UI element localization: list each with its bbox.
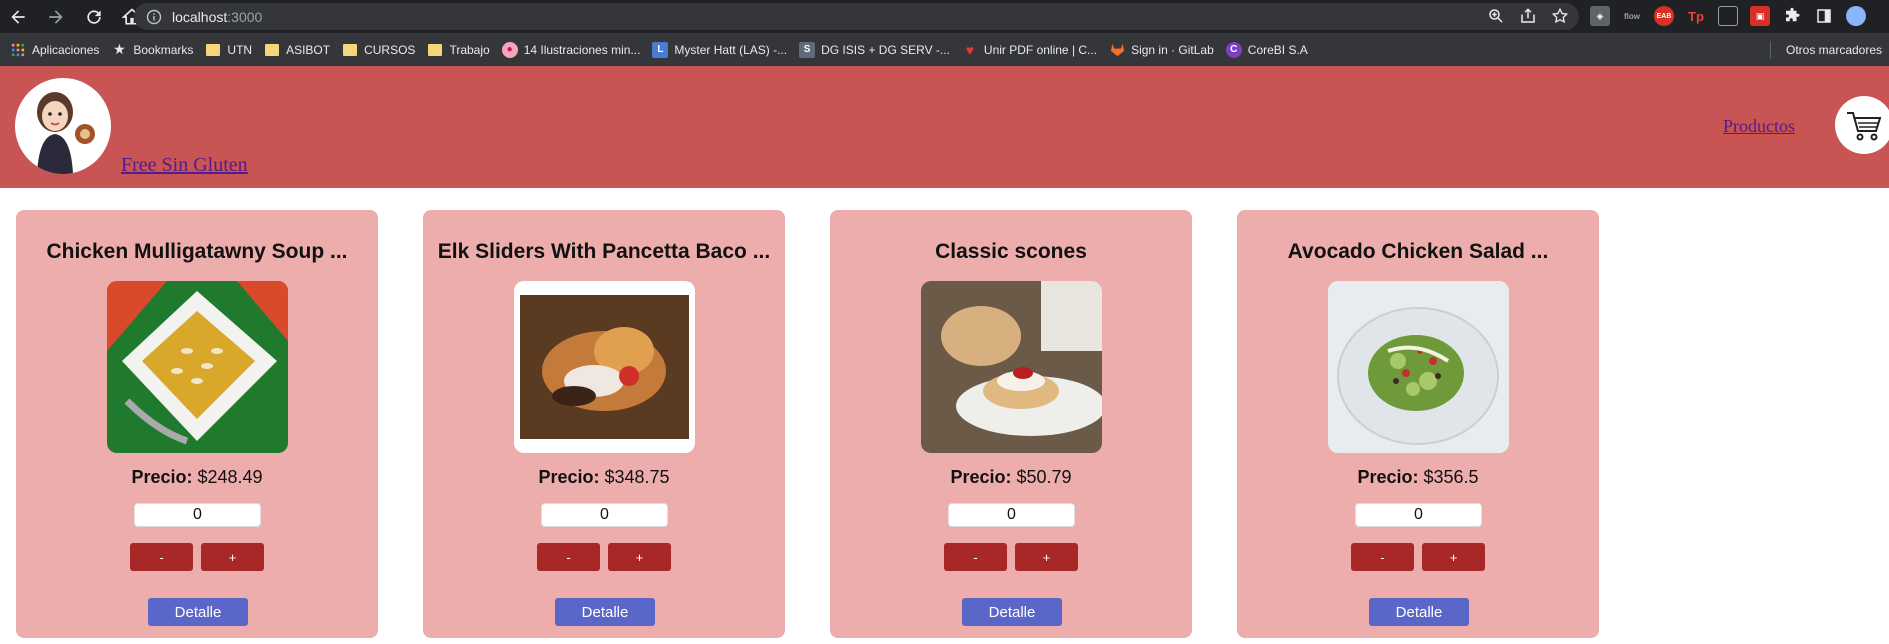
extension-square-icon[interactable] <box>1718 6 1738 26</box>
bookmark-label: Sign in · GitLab <box>1131 42 1214 57</box>
bookmark-item[interactable]: CURSOS <box>342 42 415 58</box>
decrease-quantity-button[interactable]: - <box>537 543 600 571</box>
cart-button[interactable] <box>1835 96 1889 154</box>
bookmark-item[interactable]: ★ Bookmarks <box>111 41 194 58</box>
apps-grid-icon <box>10 42 26 58</box>
bookmark-item[interactable]: Trabajo <box>427 42 490 58</box>
bookmark-label: 14 Ilustraciones min... <box>523 42 641 57</box>
product-price: Precio: $50.79 <box>950 467 1072 487</box>
decrease-quantity-button[interactable]: - <box>1351 543 1414 571</box>
bookmark-item[interactable]: Sign in · GitLab <box>1109 42 1214 58</box>
bookmark-item[interactable]: UTN <box>205 42 252 58</box>
quantity-input[interactable] <box>948 503 1075 527</box>
product-title: Avocado Chicken Salad ... <box>1287 240 1549 263</box>
bookmark-label: DG ISIS + DG SERV -... <box>821 42 950 57</box>
product-card: Chicken Mulligatawny Soup ... Precio: $2… <box>16 210 378 638</box>
bookmark-star-icon[interactable] <box>1551 7 1569 25</box>
product-title: Classic scones <box>935 240 1087 263</box>
bookmark-label: CURSOS <box>364 42 416 57</box>
bookmark-label: Bookmarks <box>133 42 194 57</box>
bookmarks-bar: Aplicaciones ★ Bookmarks UTN ASIBOT CURS… <box>0 33 1889 66</box>
bookmark-item[interactable]: ♥ Unir PDF online | C... <box>962 42 1097 58</box>
increase-quantity-button[interactable]: + <box>201 543 264 571</box>
product-image <box>107 281 288 453</box>
address-bar[interactable]: localhost:3000 <box>134 3 1579 30</box>
product-image <box>921 281 1102 453</box>
gitlab-icon <box>1109 42 1125 58</box>
nav-link-productos[interactable]: Productos <box>1723 116 1795 137</box>
heart-icon: ♥ <box>965 41 975 58</box>
bookmark-item[interactable]: S DG ISIS + DG SERV -... <box>799 41 950 58</box>
zoom-icon[interactable] <box>1487 7 1505 25</box>
increase-quantity-button[interactable]: + <box>1015 543 1078 571</box>
quantity-input[interactable] <box>134 503 261 527</box>
bookmark-label: Myster Hatt (LAS) -... <box>674 42 788 57</box>
product-card: Classic scones Precio: $50.79 - + Detall… <box>830 210 1192 638</box>
bookmark-label: UTN <box>227 42 253 57</box>
browser-toolbar: localhost:3000 ◈ flow EAB Tp ▣ <box>0 0 1889 33</box>
folder-icon <box>427 42 443 58</box>
bookmark-item[interactable]: L Myster Hatt (LAS) -... <box>652 41 788 58</box>
extension-icon[interactable]: ◈ <box>1590 6 1610 26</box>
bookmark-label: ASIBOT <box>286 42 331 57</box>
bookmarks-separator <box>1770 41 1771 59</box>
extension-red-icon[interactable]: EAB <box>1654 6 1674 26</box>
share-icon[interactable] <box>1519 7 1537 25</box>
side-panel-icon[interactable] <box>1814 6 1834 26</box>
increase-quantity-button[interactable]: + <box>1422 543 1485 571</box>
detail-button[interactable]: Detalle <box>555 598 655 626</box>
bookmark-label: Unir PDF online | C... <box>983 42 1098 57</box>
folder-icon <box>264 42 280 58</box>
bookmark-item[interactable]: ASIBOT <box>264 42 330 58</box>
flow-extension-icon[interactable]: flow <box>1622 6 1642 26</box>
detail-button[interactable]: Detalle <box>1369 598 1469 626</box>
bookmark-item[interactable]: C CoreBI S.A <box>1225 41 1308 58</box>
detail-button[interactable]: Detalle <box>962 598 1062 626</box>
url-text: localhost:3000 <box>172 8 263 25</box>
product-price: Precio: $356.5 <box>1357 467 1479 487</box>
puzzle-icon[interactable] <box>1782 6 1802 26</box>
bookmark-label: Otros marcadores <box>1786 42 1883 57</box>
product-image <box>1328 281 1509 453</box>
product-card: Elk Sliders With Pancetta Baco ... Preci… <box>423 210 785 638</box>
site-favicon: L <box>652 41 669 58</box>
quantity-input[interactable] <box>541 503 668 527</box>
info-icon[interactable] <box>146 9 162 25</box>
back-arrow-icon[interactable] <box>6 5 30 29</box>
decrease-quantity-button[interactable]: - <box>944 543 1007 571</box>
product-title: Elk Sliders With Pancetta Baco ... <box>437 240 771 263</box>
folder-icon <box>342 42 358 58</box>
bookmark-label: Aplicaciones <box>32 42 100 57</box>
decrease-quantity-button[interactable]: - <box>130 543 193 571</box>
profile-icon[interactable] <box>1846 6 1866 26</box>
site-header: Free Sin Gluten Productos <box>0 66 1889 188</box>
reload-icon[interactable] <box>82 5 106 29</box>
cart-icon <box>1847 112 1882 141</box>
site-favicon: ● <box>501 41 518 58</box>
site-favicon: S <box>799 41 816 58</box>
product-title: Chicken Mulligatawny Soup ... <box>46 240 348 263</box>
page: Free Sin Gluten Productos Chicken Mullig… <box>0 66 1889 644</box>
bookmark-label: CoreBI S.A <box>1247 42 1308 57</box>
quantity-input[interactable] <box>1355 503 1482 527</box>
bookmark-label: Trabajo <box>449 42 490 57</box>
product-grid: Chicken Mulligatawny Soup ... Precio: $2… <box>16 210 1599 638</box>
product-price: Precio: $248.49 <box>131 467 263 487</box>
brand-link[interactable]: Free Sin Gluten <box>121 154 248 177</box>
bookmark-item[interactable]: Aplicaciones <box>10 42 99 58</box>
forward-arrow-icon[interactable] <box>44 5 68 29</box>
tp-extension-icon[interactable]: Tp <box>1686 6 1706 26</box>
bookmark-other-folder[interactable]: Otros marcadores <box>1780 33 1882 66</box>
star-icon: ★ <box>113 41 126 57</box>
increase-quantity-button[interactable]: + <box>608 543 671 571</box>
detail-button[interactable]: Detalle <box>148 598 248 626</box>
folder-icon <box>205 42 221 58</box>
product-card: Avocado Chicken Salad ... Precio: $356.5… <box>1237 210 1599 638</box>
product-image <box>514 281 695 453</box>
product-price: Precio: $348.75 <box>538 467 670 487</box>
logo-avatar <box>15 78 111 174</box>
site-favicon: C <box>1225 41 1242 58</box>
extension-red-square-icon[interactable]: ▣ <box>1750 6 1770 26</box>
bookmark-item[interactable]: ● 14 Ilustraciones min... <box>501 41 641 58</box>
